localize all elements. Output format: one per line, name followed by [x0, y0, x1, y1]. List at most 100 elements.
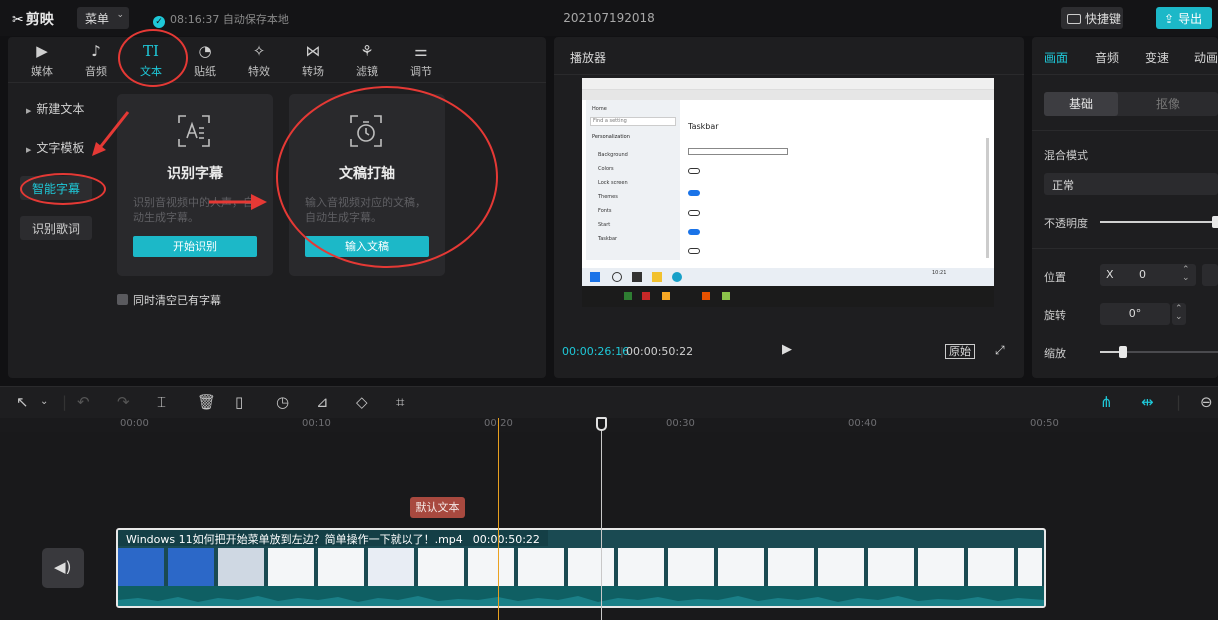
text-clip[interactable]: 默认文本: [410, 497, 465, 518]
tab-adjust[interactable]: ⚌ 调节: [401, 41, 441, 79]
tab-audio[interactable]: 音频: [1095, 49, 1119, 66]
settings-nav-item: Taskbar: [598, 236, 618, 242]
clip-thumbnail: [1018, 548, 1044, 586]
export-label: 导出: [1178, 12, 1203, 26]
x-value: 0: [1139, 268, 1146, 281]
tab-animation[interactable]: 动画: [1194, 49, 1218, 66]
toolbar-divider: |: [62, 393, 68, 411]
export-button[interactable]: ⇪ 导出: [1156, 7, 1212, 29]
tab-transition[interactable]: ⋈ 转场: [293, 41, 333, 79]
checkbox-box[interactable]: [117, 294, 128, 305]
sidebar-label: 新建文本: [36, 102, 85, 116]
sidebar-label: 文字模板: [36, 141, 85, 155]
settings-nav-item: Home: [592, 106, 607, 112]
track-mute-button[interactable]: ◀): [42, 548, 84, 588]
shortcut-button[interactable]: 快捷键: [1061, 7, 1123, 29]
tab-filter[interactable]: ⚘ 滤镜: [347, 41, 387, 79]
segment-matte[interactable]: 抠像: [1118, 92, 1218, 116]
undo-icon[interactable]: ↶: [77, 393, 90, 411]
annotation-arrow-down-icon: [92, 111, 130, 156]
sidebar-item-text-template[interactable]: ▶ 文字模板: [20, 135, 92, 159]
select-cursor-icon[interactable]: ↖: [16, 393, 29, 411]
clip-thumbnail: [268, 548, 316, 586]
zoom-out-icon[interactable]: ⊖: [1200, 393, 1213, 411]
chevron-down-icon[interactable]: ⌄: [40, 393, 48, 411]
tab-speed[interactable]: 变速: [1145, 49, 1169, 66]
mirror-icon[interactable]: ⊿: [316, 393, 329, 411]
total-time: 00:00:50:22: [626, 345, 694, 358]
clip-thumbnail: [768, 548, 816, 586]
tab-media[interactable]: ▶ 媒体: [22, 41, 62, 79]
tab-video[interactable]: 画面: [1044, 49, 1068, 66]
video-track-clip[interactable]: Windows 11如何把开始菜单放到左边？简单操作一下就以了！.mp4 00:0…: [116, 528, 1046, 608]
timeline-toolbar: ↖ ⌄ | ↶ ↷ ⌶ 🗑 ▯ ◷ ⊿ ◇ ⌗ ⋔ ⇹ | ⊖: [0, 386, 1218, 418]
tab-effect[interactable]: ✧ 特效: [239, 41, 279, 79]
stepper-icon[interactable]: ⌃ ⌄: [1182, 266, 1190, 283]
filter-icon: ⚘: [360, 42, 374, 60]
playhead-line[interactable]: [601, 418, 602, 620]
fullscreen-icon[interactable]: ⤢: [995, 343, 1005, 358]
rotate-stepper-icon[interactable]: ⌃ ⌄: [1172, 303, 1186, 325]
clip-thumbnail: [568, 548, 616, 586]
clip-thumbnails: [118, 548, 1044, 586]
opacity-slider-handle[interactable]: [1212, 216, 1218, 228]
video-preview[interactable]: Home Find a setting Personalization Back…: [582, 78, 994, 307]
clip-label: Windows 11如何把开始菜单放到左边？简单操作一下就以了！.mp4 00:0…: [118, 530, 548, 546]
split-icon[interactable]: ⌶: [157, 393, 166, 411]
clip-thumbnail: [968, 548, 1016, 586]
freeze-frame-icon[interactable]: ▯: [235, 393, 243, 411]
snap-icon[interactable]: ⋔: [1100, 393, 1113, 411]
adjust-icon: ⚌: [414, 42, 428, 60]
clip-thumbnail: [368, 548, 416, 586]
annotation-circle-script-card: [276, 86, 498, 268]
toggle-icon: [688, 168, 700, 174]
ratio-button[interactable]: 原始: [945, 344, 975, 359]
ruler-tick: 00:40: [848, 418, 877, 429]
rotate-icon[interactable]: ◇: [356, 393, 368, 411]
inspector-panel: 画面 音频 变速 动画 基础 抠像 混合模式 正常 不透明度 位置 X 0 ⌃ ⌄…: [1032, 37, 1218, 378]
win11-taskbar: 10:21: [582, 268, 994, 286]
speaker-icon: ◀): [54, 558, 72, 576]
play-icon[interactable]: ▶: [782, 342, 792, 357]
settings-nav-item: Personalization: [592, 134, 630, 140]
caret-right-icon: ▶: [26, 146, 32, 154]
tab-sticker[interactable]: ◔ 贴纸: [185, 41, 225, 79]
crop-icon[interactable]: ⌗: [396, 393, 404, 411]
sidebar-item-lyrics[interactable]: 识别歌词: [20, 216, 92, 240]
sidebar-item-new-text[interactable]: ▶ 新建文本: [20, 96, 92, 120]
tab-label: 音频: [85, 65, 107, 78]
clip-thumbnail: [218, 548, 266, 586]
segment-basic[interactable]: 基础: [1044, 92, 1118, 116]
scale-slider-handle[interactable]: [1119, 346, 1127, 358]
playhead-handle[interactable]: [596, 417, 607, 431]
clip-thumbnail: [418, 548, 466, 586]
delete-icon[interactable]: 🗑: [197, 393, 216, 411]
x-label: X: [1106, 268, 1114, 281]
timeline-ruler[interactable]: 00:00 00:10 00:20 00:30 00:40 00:50: [0, 418, 1218, 432]
divider: [1032, 130, 1218, 131]
position-x-input[interactable]: X 0 ⌃ ⌄: [1100, 264, 1196, 286]
clear-subtitles-checkbox[interactable]: 同时清空已有字幕: [117, 292, 221, 308]
link-icon[interactable]: ⇹: [1141, 393, 1154, 411]
scale-label: 缩放: [1044, 347, 1066, 360]
position-y-input[interactable]: [1202, 264, 1218, 286]
tab-audio[interactable]: ♪ 音频: [76, 41, 116, 79]
ruler-tick: 00:10: [302, 418, 331, 429]
redo-icon[interactable]: ↷: [117, 393, 130, 411]
tab-label: 特效: [248, 65, 270, 78]
current-position-marker: [498, 418, 499, 620]
reverse-icon[interactable]: ◷: [276, 393, 289, 411]
rotate-input[interactable]: 0°: [1100, 303, 1170, 325]
opacity-slider[interactable]: [1100, 221, 1218, 223]
clip-thumbnail: [468, 548, 516, 586]
clip-thumbnail: [818, 548, 866, 586]
settings-nav: Home Find a setting Personalization Back…: [586, 100, 680, 260]
top-bar: ✂ 剪映 菜单 ⌄ ✓ 08:16:37 自动保存本地 202107192018 快捷…: [0, 0, 1218, 36]
scale-slider[interactable]: [1124, 351, 1218, 353]
ruler-tick: 00:50: [1030, 418, 1059, 429]
app-icon: [624, 292, 632, 300]
ruler-tick: 00:30: [666, 418, 695, 429]
blend-mode-select[interactable]: 正常: [1044, 173, 1218, 195]
toggle-icon: [688, 210, 700, 216]
start-recognize-button[interactable]: 开始识别: [133, 236, 257, 257]
